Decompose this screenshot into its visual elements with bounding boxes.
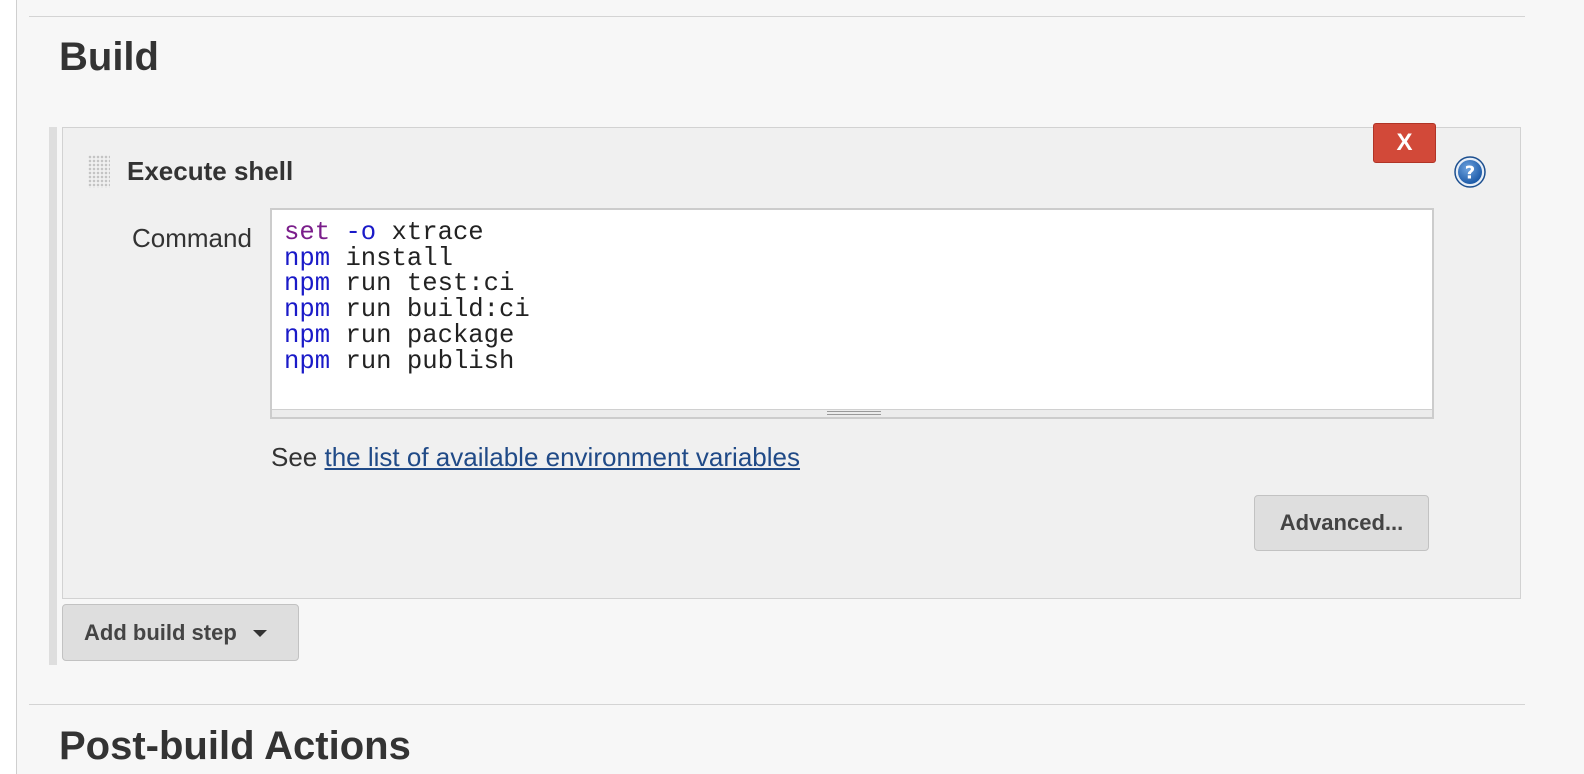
command-line: npm run test:ci	[284, 269, 514, 298]
shell-command: npm	[284, 320, 331, 350]
advanced-button[interactable]: Advanced...	[1254, 495, 1429, 551]
command-label: Command	[132, 223, 252, 253]
shell-command: npm	[284, 346, 331, 376]
shell-command: npm	[284, 269, 331, 299]
shell-command: npm	[284, 295, 331, 325]
shell-arguments: install	[345, 243, 453, 273]
resize-grip-icon[interactable]	[827, 411, 881, 415]
shell-arguments: run build:ci	[345, 295, 530, 325]
shell-arguments: run test:ci	[345, 269, 515, 299]
svg-text:?: ?	[1465, 163, 1475, 184]
drag-handle-icon[interactable]	[88, 155, 110, 188]
delete-step-button[interactable]: X	[1373, 123, 1436, 163]
shell-arguments: run package	[345, 320, 515, 350]
job-config-page: Build Execute shell X ? Command set -o x…	[16, 0, 1584, 774]
section-divider-bottom	[29, 704, 1525, 705]
env-variables-link[interactable]: the list of available environment variab…	[325, 442, 800, 472]
help-icon[interactable]: ?	[1454, 156, 1486, 188]
command-line: npm run package	[284, 321, 514, 350]
add-build-step-label: Add build step	[84, 619, 237, 645]
shell-keyword: set	[284, 218, 331, 247]
caret-down-icon	[252, 630, 267, 637]
shell-arguments: xtrace	[391, 218, 484, 247]
shell-command: -o	[345, 218, 377, 247]
section-divider-top	[29, 16, 1525, 17]
env-variables-note: See the list of available environment va…	[271, 442, 800, 473]
step-title: Execute shell	[127, 156, 294, 186]
command-line: npm install	[284, 244, 453, 273]
shell-arguments: run publish	[345, 346, 515, 376]
build-section-title: Build	[59, 35, 159, 79]
command-line: npm run publish	[284, 347, 514, 376]
build-steps-gutter	[49, 127, 57, 665]
shell-command: npm	[284, 243, 331, 273]
env-note-prefix: See	[271, 442, 318, 472]
textarea-resize-bar[interactable]	[272, 409, 1432, 417]
command-code: set -o xtrace npm install npm run test:c…	[284, 220, 530, 374]
execute-shell-step: Execute shell X ? Command set -o xtrace …	[62, 123, 1521, 599]
post-build-section-title: Post-build Actions	[59, 724, 411, 768]
command-line: npm run build:ci	[284, 295, 530, 324]
add-build-step-button[interactable]: Add build step	[62, 604, 299, 661]
command-textarea[interactable]: set -o xtrace npm install npm run test:c…	[270, 208, 1434, 419]
command-line: set -o xtrace	[284, 218, 484, 247]
